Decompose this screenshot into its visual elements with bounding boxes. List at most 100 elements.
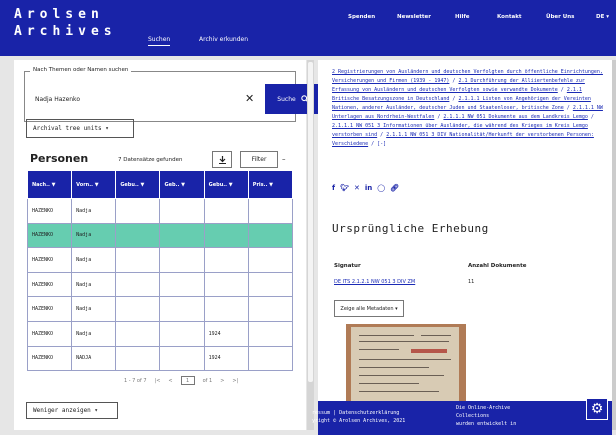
filter-icon[interactable]: ▼ xyxy=(179,182,185,188)
column-header-label: Pris.. xyxy=(252,181,268,188)
table-cell: HAZENKO xyxy=(26,222,73,249)
table-cell xyxy=(247,271,294,298)
table-cell: Nadja xyxy=(71,247,117,273)
table-cell xyxy=(115,222,161,249)
archive-breadcrumb: 2 Registrierungen von Ausländern und deu… xyxy=(332,68,608,149)
table-cell xyxy=(159,247,205,273)
column-header[interactable]: Gebu.. ▼ xyxy=(203,170,249,199)
table-row[interactable]: HAZENKO Nadja 1924 xyxy=(26,320,294,347)
top-link-hilfe[interactable]: Hilfe xyxy=(455,14,470,20)
link-icon[interactable]: 🔗︎ xyxy=(390,184,399,192)
filter-icon[interactable]: ▼ xyxy=(50,182,56,188)
page-number-input[interactable]: 1 xyxy=(180,376,195,385)
breadcrumb-separator: / xyxy=(563,105,573,111)
table-cell xyxy=(203,296,249,322)
detail-panel: 2 Registrierungen von Ausländern und deu… xyxy=(318,60,612,430)
table-cell xyxy=(115,296,161,322)
prev-page-icon[interactable]: < xyxy=(168,378,172,384)
top-link-kontakt[interactable]: Kontakt xyxy=(497,14,522,20)
table-cell xyxy=(203,271,249,298)
table-row[interactable]: HAZENKO Nadja xyxy=(26,222,294,249)
pager-of: of 1 xyxy=(202,377,213,384)
table-cell: HAZENKO xyxy=(26,296,73,322)
table-row[interactable]: HAZENKO Nadja xyxy=(26,271,294,298)
signature-link[interactable]: DE ITS 2.1.2.1 NW 051 3 DIV ZM xyxy=(334,279,415,285)
table-cell: Nadja xyxy=(71,271,117,298)
column-header[interactable]: Geb.. ▼ xyxy=(159,170,205,199)
table-cell xyxy=(247,198,294,224)
footer-copyright: yright © Arolsen Archives, 2021 xyxy=(312,418,406,424)
left-scrollbar[interactable] xyxy=(307,60,314,430)
table-cell: Nadja xyxy=(71,296,117,322)
table-cell xyxy=(203,198,249,224)
language-select[interactable]: DE ▾ xyxy=(596,14,609,20)
clear-icon[interactable]: ✕ xyxy=(245,93,254,104)
table-header-row: Nach.. ▼ Vorn.. ▼ Gebu.. ▼ Geb.. ▼ Gebu.. ▼ P… xyxy=(26,170,294,199)
last-page-icon[interactable]: >| xyxy=(232,378,238,384)
table-cell xyxy=(159,271,205,298)
breadcrumb-separator: / xyxy=(377,132,387,138)
top-link-ueber-uns[interactable]: Über Uns xyxy=(546,14,574,20)
settings-gear-icon[interactable]: ⚙ xyxy=(586,398,608,420)
archival-tree-units-button[interactable]: Archival tree units ▾ xyxy=(26,119,134,138)
signature-label: Signatur xyxy=(334,263,361,269)
table-cell: Nadja xyxy=(71,320,117,347)
x-icon[interactable]: ✕ xyxy=(354,184,360,192)
first-page-icon[interactable]: |< xyxy=(155,378,161,384)
table-cell: HAZENKO xyxy=(26,198,73,224)
table-row[interactable]: HAZENKO NADJA 1924 xyxy=(26,345,294,372)
results-count: 7 Datensätze gefunden xyxy=(118,157,183,163)
top-link-newsletter[interactable]: Newsletter xyxy=(397,14,431,20)
breadcrumb-collapse-toggle[interactable]: [-] xyxy=(377,141,386,147)
filter-icon[interactable]: ▼ xyxy=(267,182,273,188)
top-link-spenden[interactable]: Spenden xyxy=(348,14,375,20)
show-metadata-button[interactable]: Zeige alle Metadaten ▾ xyxy=(334,300,404,317)
show-less-button[interactable]: Weniger anzeigen ▾ xyxy=(26,402,118,419)
column-header-label: Gebu.. xyxy=(120,181,139,188)
filter-icon[interactable]: ▼ xyxy=(93,182,99,188)
left-scrollbar-thumb[interactable] xyxy=(308,62,313,382)
search-input[interactable]: Nadja Hazenko xyxy=(31,86,236,112)
table-cell: Nadja xyxy=(71,222,117,249)
linkedin-icon[interactable]: in xyxy=(365,184,372,192)
download-button[interactable] xyxy=(212,151,232,168)
twitter-icon[interactable]: 🐦︎ xyxy=(340,184,349,192)
table-cell: 1924 xyxy=(203,320,249,347)
table-row[interactable]: HAZENKO Nadja xyxy=(26,198,294,224)
table-cell: HAZENKO xyxy=(26,247,73,273)
table-cell xyxy=(115,320,161,347)
search-legend: Nach Themen oder Namen suchen xyxy=(30,67,132,73)
right-scrollbar[interactable] xyxy=(612,60,616,430)
footer-legal: ressum | Datenschutzerklärung yright © A… xyxy=(312,409,405,425)
table-cell xyxy=(247,320,294,347)
column-header[interactable]: Pris.. ▼ xyxy=(247,170,294,199)
table-cell xyxy=(115,247,161,273)
table-cell: HAZENKO xyxy=(26,271,73,298)
table-cell: HAZENKO xyxy=(26,345,73,372)
facebook-icon[interactable]: f xyxy=(332,184,335,192)
filter-icon[interactable]: ▼ xyxy=(139,182,144,188)
table-cell xyxy=(203,247,249,273)
table-cell: NADJA xyxy=(71,345,117,372)
breadcrumb-separator: / xyxy=(587,114,594,120)
whatsapp-icon[interactable]: ◯ xyxy=(377,184,385,192)
column-header[interactable]: Gebu.. ▼ xyxy=(115,170,161,199)
column-header[interactable]: Vorn.. ▼ xyxy=(71,170,117,199)
footer-collections: Die Online-Archive Collections wurden en… xyxy=(456,405,517,427)
table-cell xyxy=(115,271,161,298)
filter-icon[interactable]: ▼ xyxy=(227,182,233,188)
next-page-icon[interactable]: > xyxy=(220,378,224,384)
footer-imprint-link[interactable]: ressum | Datenschutzerklärung xyxy=(312,409,405,417)
filter-button[interactable]: Filter xyxy=(240,151,278,168)
document-thumbnail[interactable] xyxy=(346,324,466,404)
arolsen-logo[interactable]: Arolsen Archives xyxy=(14,6,117,40)
persons-table: Nach.. ▼ Vorn.. ▼ Gebu.. ▼ Geb.. ▼ Gebu.. ▼ P… xyxy=(26,170,294,372)
table-row[interactable]: HAZENKO Nadja xyxy=(26,296,294,322)
column-header-label: Geb.. xyxy=(164,181,180,188)
table-row[interactable]: HAZENKO Nadja xyxy=(26,247,294,273)
column-header[interactable]: Nach.. ▼ xyxy=(26,170,73,199)
nav-suchen[interactable]: Suchen xyxy=(148,36,171,46)
table-cell xyxy=(247,296,294,322)
nav-archiv-erkunden[interactable]: Archiv erkunden xyxy=(199,36,248,43)
breadcrumb-link[interactable]: 2.1.1.1 NW 051 Dokumente aus dem Landkre… xyxy=(443,114,588,120)
